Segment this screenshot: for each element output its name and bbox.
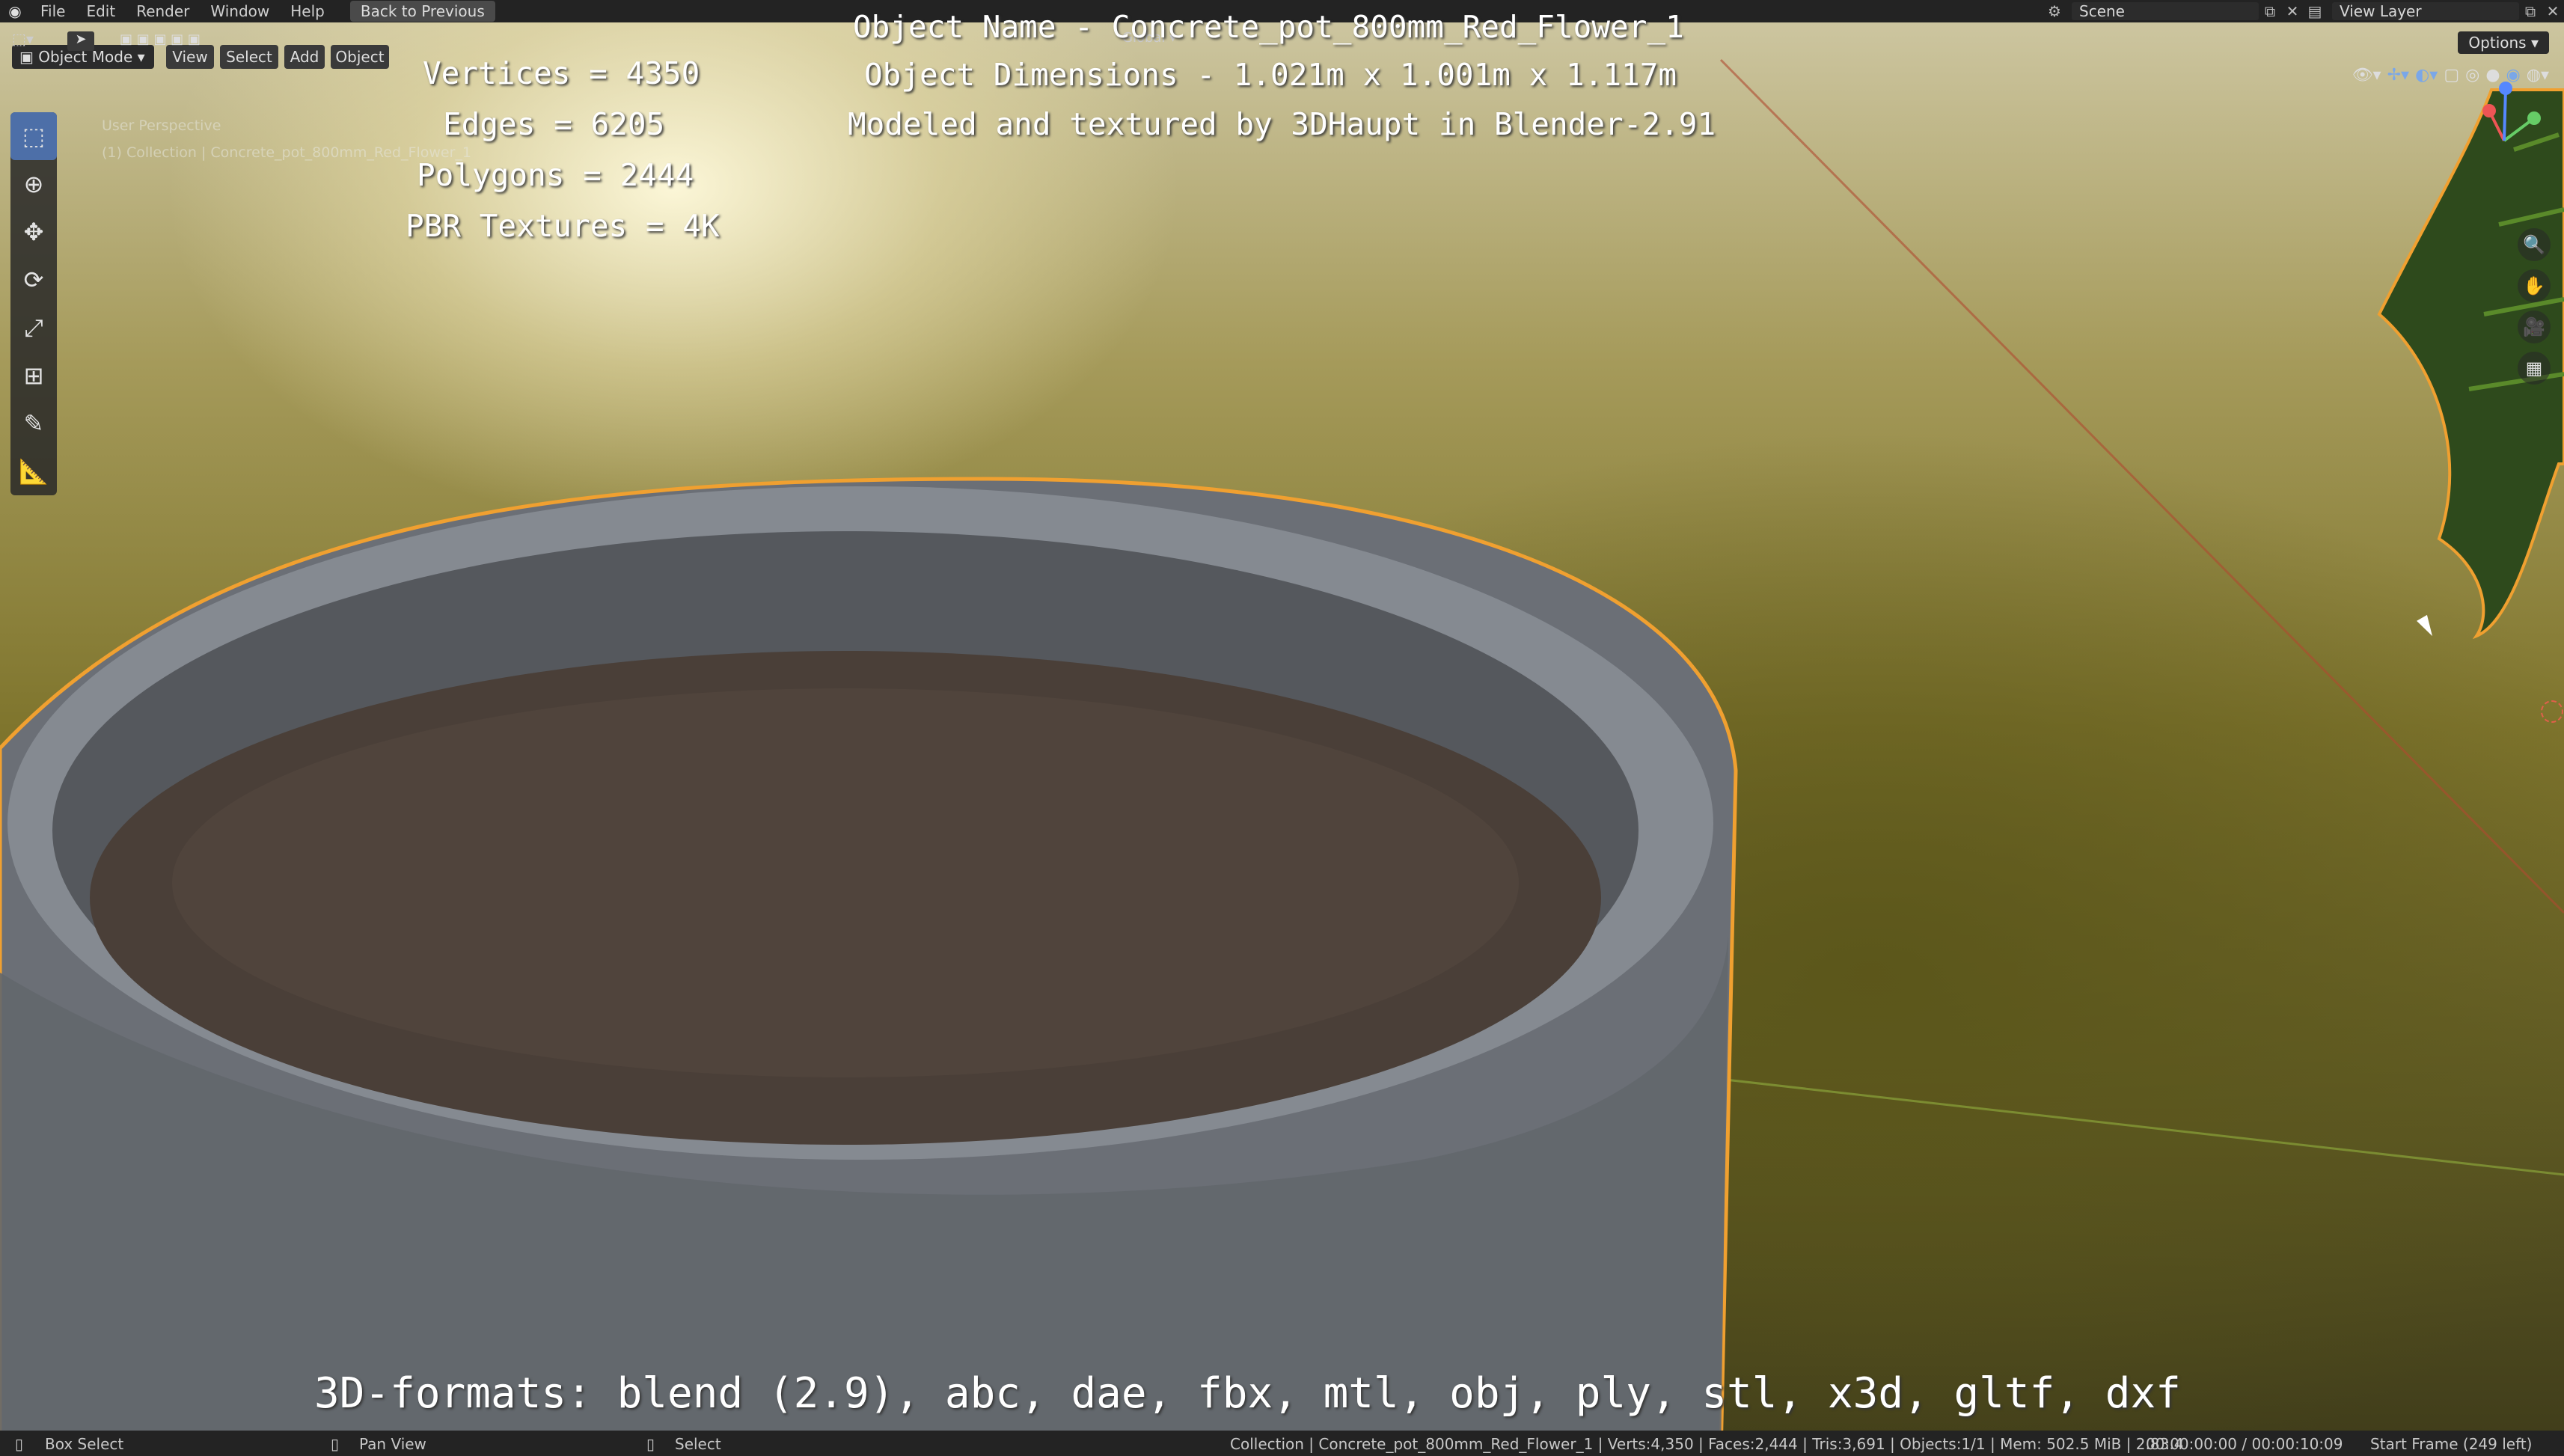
object-name-text: Object Name - Concrete_pot_800mm_Red_Flo… <box>853 9 1684 45</box>
status-box-select: Box Select <box>45 1435 124 1453</box>
select-tool-icon[interactable]: ➤ <box>67 31 94 51</box>
zoom-icon[interactable]: 🔍 <box>2518 228 2551 261</box>
copy-layer-icon[interactable]: ⧉ <box>2519 2 2542 20</box>
status-time: 00:00:00:00 / 00:00:10:09 <box>2146 1435 2343 1453</box>
view-layer-selector[interactable]: View Layer <box>2332 2 2519 20</box>
viewport-info: User Perspective (1) Collection | Concre… <box>102 112 471 166</box>
edges-text: Edges = 6205 <box>443 106 665 142</box>
mouse-right-icon: ▯ <box>646 1435 655 1453</box>
polygons-text: Polygons = 2444 <box>417 157 694 193</box>
textures-text: PBR Textures = 4K <box>406 208 720 244</box>
copy-scene-icon[interactable]: ⧉ <box>2259 2 2281 20</box>
back-to-previous-button[interactable]: Back to Previous <box>349 1 495 22</box>
axis-gizmo-icon[interactable] <box>2452 66 2549 171</box>
select-box-tool-icon[interactable]: ⬚ <box>10 112 57 160</box>
close-scene-icon[interactable]: ✕ <box>2281 2 2304 20</box>
formats-text: 3D-formats: blend (2.9), abc, dae, fbx, … <box>314 1369 2181 1418</box>
scene-label: Scene <box>2079 2 2125 20</box>
measure-tool-icon[interactable]: 📐 <box>10 447 57 495</box>
view-layer-label: View Layer <box>2340 2 2422 20</box>
x-axis-line <box>1719 58 2564 914</box>
editor-type-icon[interactable]: ⬚▾ <box>12 30 49 49</box>
annotate-tool-icon[interactable]: ✎ <box>10 400 57 447</box>
navigation-gizmo[interactable] <box>2452 66 2549 215</box>
y-axis-line <box>1705 1076 2564 1176</box>
soil-highlight <box>172 688 1519 1077</box>
scene-icon[interactable]: ⚙ <box>2043 2 2066 20</box>
menu-edit[interactable]: Edit <box>76 2 126 20</box>
scale-tool-icon[interactable]: ⤢ <box>10 304 57 352</box>
move-tool-icon[interactable]: ✥ <box>10 208 57 256</box>
close-layer-icon[interactable]: ✕ <box>2542 2 2564 20</box>
cursor-tool-icon[interactable]: ⊕ <box>10 160 57 208</box>
3d-cursor-icon <box>2541 700 2563 723</box>
collection-label: (1) Collection | Concrete_pot_800mm_Red_… <box>102 144 471 161</box>
perspective-label: User Perspective <box>102 117 221 134</box>
transform-tool-icon[interactable]: ⊞ <box>10 352 57 400</box>
vertices-text: Vertices = 4350 <box>423 55 700 91</box>
status-frame: Start Frame (249 left) <box>2370 1435 2533 1453</box>
status-select: Select <box>675 1435 721 1453</box>
camera-view-icon[interactable]: 🎥 <box>2518 311 2551 343</box>
scene-controls: ⚙ Scene ⧉ ✕ ▤ View Layer ⧉ ✕ <box>2043 0 2564 22</box>
credit-text: Modeled and textured by 3DHaupt in Blend… <box>848 106 1716 142</box>
menu-window[interactable]: Window <box>200 2 280 20</box>
view-layer-icon[interactable]: ▤ <box>2304 2 2326 20</box>
status-pan-view: Pan View <box>359 1435 426 1453</box>
selection-mode-icons[interactable]: ▣ ▣ ▣ ▣ ▣ <box>120 31 247 51</box>
blender-logo-icon[interactable]: ◉ <box>0 0 30 22</box>
rotate-tool-icon[interactable]: ⟳ <box>10 256 57 304</box>
pan-hand-icon[interactable]: ✋ <box>2518 269 2551 302</box>
3d-viewport[interactable] <box>0 0 2564 1456</box>
visibility-icon[interactable]: 👁▾ <box>2352 66 2381 93</box>
scene-selector[interactable]: Scene <box>2072 2 2259 20</box>
scene-render <box>0 58 2564 1456</box>
tool-shelf: ⬚ ⊕ ✥ ⟳ ⤢ ⊞ ✎ 📐 <box>10 112 57 495</box>
gizmo-icon[interactable]: ✢▾ <box>2387 66 2409 93</box>
mouse-left-icon: ▯ <box>15 1435 24 1453</box>
overlay-icon[interactable]: ◐▾ <box>2415 66 2438 93</box>
ortho-grid-icon[interactable]: ▦ <box>2518 352 2551 385</box>
menu-help[interactable]: Help <box>280 2 335 20</box>
menu-file[interactable]: File <box>30 2 76 20</box>
status-scene-info: Collection | Concrete_pot_800mm_Red_Flow… <box>1230 1435 2184 1453</box>
object-dimensions-text: Object Dimensions - 1.021m x 1.001m x 1.… <box>864 57 1677 93</box>
mouse-middle-icon: ▯ <box>331 1435 340 1453</box>
status-bar: ▯ Box Select ▯ Pan View ▯ Select Collect… <box>0 1431 2564 1456</box>
menu-render[interactable]: Render <box>126 2 200 20</box>
